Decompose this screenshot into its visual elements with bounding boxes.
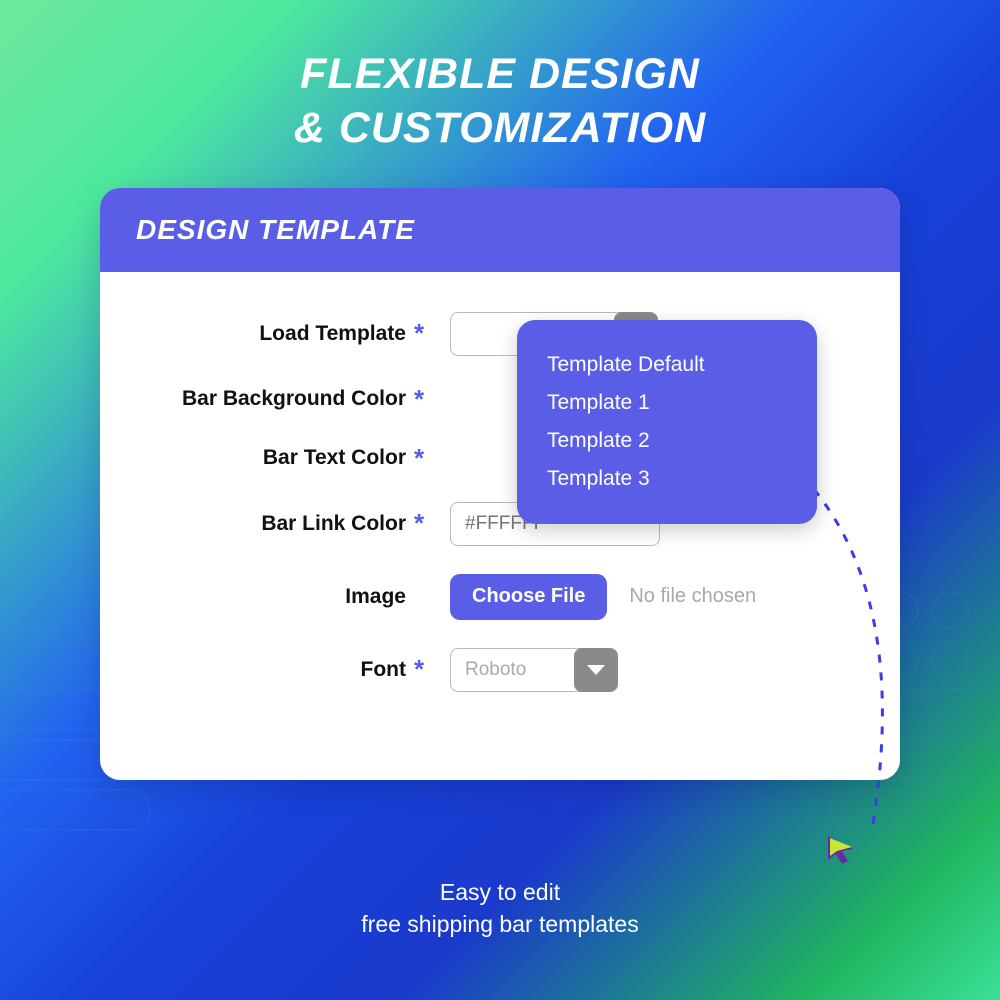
required-icon: * <box>414 443 432 474</box>
dropdown-option[interactable]: Template 1 <box>547 384 777 422</box>
caption-line-2: free shipping bar templates <box>0 908 1000 940</box>
card-title: DESIGN TEMPLATE <box>100 188 900 272</box>
heading-line-2: & CUSTOMIZATION <box>0 102 1000 156</box>
dropdown-option[interactable]: Template Default <box>547 346 777 384</box>
required-icon: * <box>414 318 432 349</box>
required-icon: * <box>414 508 432 539</box>
page-heading: FLEXIBLE DESIGN & CUSTOMIZATION <box>0 0 1000 156</box>
chevron-down-icon[interactable] <box>574 648 618 692</box>
label-bar-text-color: Bar Text Color <box>144 446 414 470</box>
required-icon: * <box>414 654 432 685</box>
dropdown-option[interactable]: Template 2 <box>547 422 777 460</box>
caption-line-1: Easy to edit <box>0 876 1000 908</box>
template-dropdown-menu: Template Default Template 1 Template 2 T… <box>517 320 817 524</box>
label-bar-bg-color: Bar Background Color <box>144 387 414 411</box>
label-load-template: Load Template <box>144 322 414 346</box>
label-bar-link-color: Bar Link Color <box>144 512 414 536</box>
label-image: Image <box>144 585 414 609</box>
font-value: Roboto <box>450 648 580 692</box>
caption: Easy to edit free shipping bar templates <box>0 876 1000 940</box>
choose-file-button[interactable]: Choose File <box>450 574 607 620</box>
dropdown-option[interactable]: Template 3 <box>547 460 777 498</box>
label-font: Font <box>144 658 414 682</box>
font-select[interactable]: Roboto <box>450 648 618 692</box>
cursor-icon <box>824 832 860 868</box>
heading-line-1: FLEXIBLE DESIGN <box>0 48 1000 102</box>
required-icon: * <box>414 384 432 415</box>
